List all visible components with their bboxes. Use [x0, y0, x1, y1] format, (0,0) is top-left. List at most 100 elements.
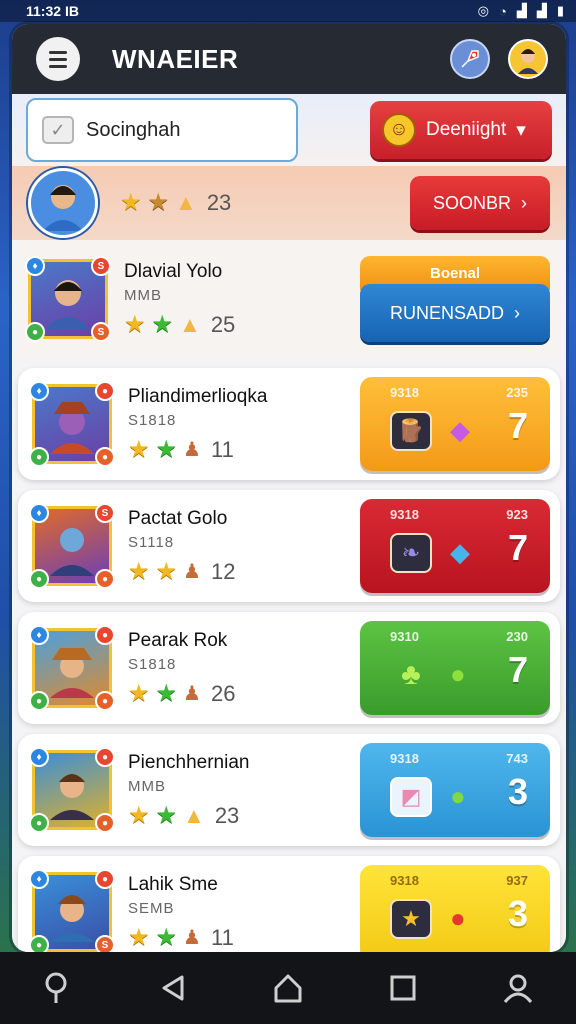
player-row[interactable]: ♦ S ● S Dlavial Yolo MMB ★ ★ ▲ 25 Boenal… — [18, 240, 560, 358]
badge-icon: ♦ — [25, 256, 45, 276]
badge-icon: ● — [95, 625, 115, 645]
gem-icon: ● — [450, 903, 466, 933]
menu-button[interactable] — [36, 37, 80, 81]
player-row[interactable]: ♦ S ● ● Pactat Golo S1118 ★ ★ ♟ 12 9318 9… — [18, 490, 560, 602]
player-avatar: ♦ ● ● ● — [29, 747, 115, 833]
player-row[interactable]: ♦ ● ● ● Pearak Rok S1818 ★ ★ ♟ 26 9310 23… — [18, 612, 560, 724]
badge-icon: ● — [95, 869, 115, 889]
player-name: Pliandimerlioqka — [128, 385, 268, 407]
player-action-button[interactable]: RUNENSADD › — [360, 284, 550, 342]
player-subtitle: MMB — [128, 777, 166, 795]
star-icon: ★ — [128, 679, 150, 707]
badge-icon: ♦ — [29, 381, 49, 401]
badge-icon: ♦ — [29, 503, 49, 523]
leaf-icon: ♣ — [401, 658, 421, 691]
checkbox-icon[interactable]: ✓ — [42, 116, 74, 144]
current-player-stars: ★ ★ ▲ 23 — [120, 190, 231, 216]
profile-nav-icon[interactable] — [493, 963, 543, 1013]
triangle-icon: ▲ — [175, 190, 197, 215]
player-avatar: ♦ S ● S — [25, 256, 111, 342]
rocket-icon[interactable] — [450, 39, 490, 79]
badge-icon: ● — [95, 747, 115, 767]
back-icon[interactable] — [148, 963, 198, 1013]
badge-icon: ● — [29, 813, 49, 833]
app-bar: WNAEIER — [12, 24, 566, 94]
bell-icon: ♟ — [183, 561, 201, 583]
card-value: 3 — [507, 771, 528, 812]
player-row[interactable]: ♦ ● ● ● Pienchhernian MMB ★ ★ ▲ 23 9318 7… — [18, 734, 560, 846]
search-input[interactable]: ✓ Socinghah — [26, 98, 298, 162]
reward-card[interactable]: 9318 743 ◩ ● 3 — [360, 743, 550, 837]
cloth-icon: ◩ — [390, 777, 432, 817]
badge-icon: ● — [25, 322, 45, 342]
search-nav-icon[interactable] — [33, 963, 83, 1013]
card-label-right: 743 — [506, 751, 528, 766]
battery-icon: ▮ — [556, 3, 564, 18]
smile-icon: ☺ — [382, 113, 416, 147]
badge-icon: ● — [95, 691, 115, 711]
status-clock: 11:32 IB — [26, 3, 79, 19]
badge-icon: S — [95, 503, 115, 523]
alarm-icon: ◎ — [477, 3, 489, 18]
player-value: 25 — [210, 311, 236, 337]
player-subtitle: MMB — [124, 286, 162, 304]
player-avatar: ♦ S ● ● — [29, 503, 115, 589]
current-player-button[interactable]: SOONBR › — [410, 176, 550, 230]
bell-icon: ♟ — [183, 927, 201, 949]
card-value: 7 — [507, 405, 528, 446]
reward-card[interactable]: 9310 230 ♣ ● 7 — [360, 621, 550, 715]
star-icon: ★ — [128, 435, 150, 463]
card-value: 3 — [507, 893, 528, 934]
player-stars: ★ ★ ♟ 26 — [128, 681, 235, 707]
card-label-right: 937 — [506, 873, 528, 888]
gem-icon: ● — [450, 781, 466, 811]
card-label-right: 923 — [506, 507, 528, 522]
star-icon: ★ — [128, 923, 150, 951]
player-row[interactable]: ♦ ● ● S Lahik Sme SEMB ★ ★ ♟ 11 9318 937 … — [18, 856, 560, 952]
app-frame: WNAEIER ✓ Socinghah ☺ Deeniight ▾ ★ ★ ▲ — [12, 24, 566, 952]
signal-icon: ▟ — [516, 3, 527, 18]
star-icon: ★ — [155, 557, 178, 585]
card-label-left: 9318 — [390, 873, 419, 888]
card-value: 7 — [507, 649, 528, 690]
player-stars: ★ ★ ♟ 12 — [128, 559, 235, 585]
card-label-left: 9310 — [390, 629, 419, 644]
player-name: Pearak Rok — [128, 629, 228, 651]
current-player-row: ★ ★ ▲ 23 SOONBR › — [12, 166, 566, 240]
search-text: Socinghah — [86, 118, 181, 141]
gem-icon: ◆ — [450, 537, 470, 567]
status-bar: 11:32 IB ◎ ◔ ▟ ▟ ▮ — [0, 0, 576, 22]
player-value: 11 — [210, 924, 234, 950]
card-label-left: 9318 — [390, 751, 419, 766]
chevron-right-icon: › — [521, 192, 527, 213]
badge-icon: ● — [29, 691, 49, 711]
player-stars: ★ ★ ▲ 25 — [124, 312, 235, 338]
reward-card[interactable]: 9318 937 ★ ● 3 — [360, 865, 550, 952]
status-icons: ◎ ◔ ▟ ▟ ▮ — [478, 3, 564, 19]
profile-avatar[interactable] — [508, 39, 548, 79]
player-row[interactable]: ♦ ● ● ● Pliandimerlioqka S1818 ★ ★ ♟ 11 … — [18, 368, 560, 480]
header-action-label: Deeniight — [426, 119, 507, 140]
player-subtitle: S1818 — [128, 655, 177, 673]
star-icon: ★ — [151, 310, 174, 338]
star-icon: ★ — [120, 189, 142, 216]
star-icon: ★ — [155, 801, 178, 829]
player-action: Boenal RUNENSADD › — [360, 256, 550, 342]
badge-icon: ● — [29, 447, 49, 467]
home-icon[interactable] — [263, 963, 313, 1013]
bell-icon: ♟ — [183, 683, 201, 705]
recents-icon[interactable] — [378, 963, 428, 1013]
reward-card[interactable]: 9318 235 🪵 ◆ 7 — [360, 377, 550, 471]
current-player-avatar — [28, 168, 98, 238]
gem-icon: ◆ — [450, 415, 470, 445]
card-label-left: 9318 — [390, 507, 419, 522]
player-action-label: RUNENSADD — [389, 302, 504, 323]
header-action-button[interactable]: ☺ Deeniight ▾ — [370, 101, 552, 159]
badge-icon: S — [91, 256, 111, 276]
card-value: 7 — [507, 527, 528, 568]
reward-card[interactable]: 9318 923 ❧ ◆ 7 — [360, 499, 550, 593]
card-label-left: 9318 — [390, 385, 419, 400]
signal-icon-2: ▟ — [536, 3, 547, 18]
star-icon: ★ — [155, 679, 178, 707]
star-icon: ★ — [155, 435, 178, 463]
